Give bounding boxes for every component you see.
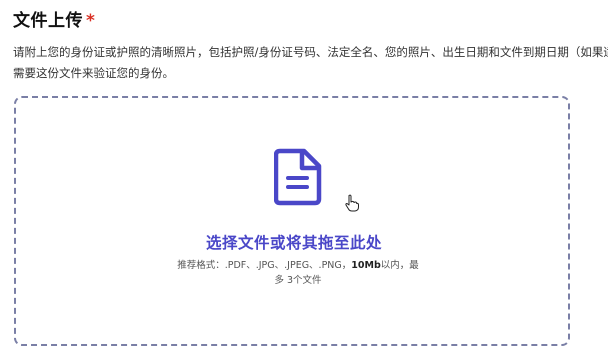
drop-zone-title[interactable]: 选择文件或将其拖至此处 [16, 231, 572, 253]
hand-pointer-icon [345, 194, 359, 212]
file-drop-zone[interactable]: 选择文件或将其拖至此处 推荐格式：.PDF、.JPG、.JPEG、.PNG，10… [14, 96, 570, 346]
hint-suffix: 以内，最 [380, 260, 419, 271]
upload-title-text: 文件上传 [13, 11, 83, 31]
hint-file-count: 多 3个文件 [274, 275, 322, 286]
description-line-1: 请附上您的身份证或护照的清晰照片，包括护照/身份证号码、法定全名、您的照片、出生… [13, 45, 608, 59]
upload-section-title: 文件上传 * [13, 6, 95, 31]
hint-size-limit: 10Mb [351, 260, 381, 271]
document-icon [274, 148, 322, 206]
upload-description: 请附上您的身份证或护照的清晰照片，包括护照/身份证号码、法定全名、您的照片、出生… [13, 42, 608, 84]
required-mark: * [86, 11, 96, 31]
format-hint: 推荐格式：.PDF、.JPG、.JPEG、.PNG，10Mb以内，最 多 3个文… [168, 258, 428, 288]
description-line-2: 需要这份文件来验证您的身份。 [13, 66, 174, 80]
hint-formats: 推荐格式：.PDF、.JPG、.JPEG、.PNG， [177, 260, 352, 271]
